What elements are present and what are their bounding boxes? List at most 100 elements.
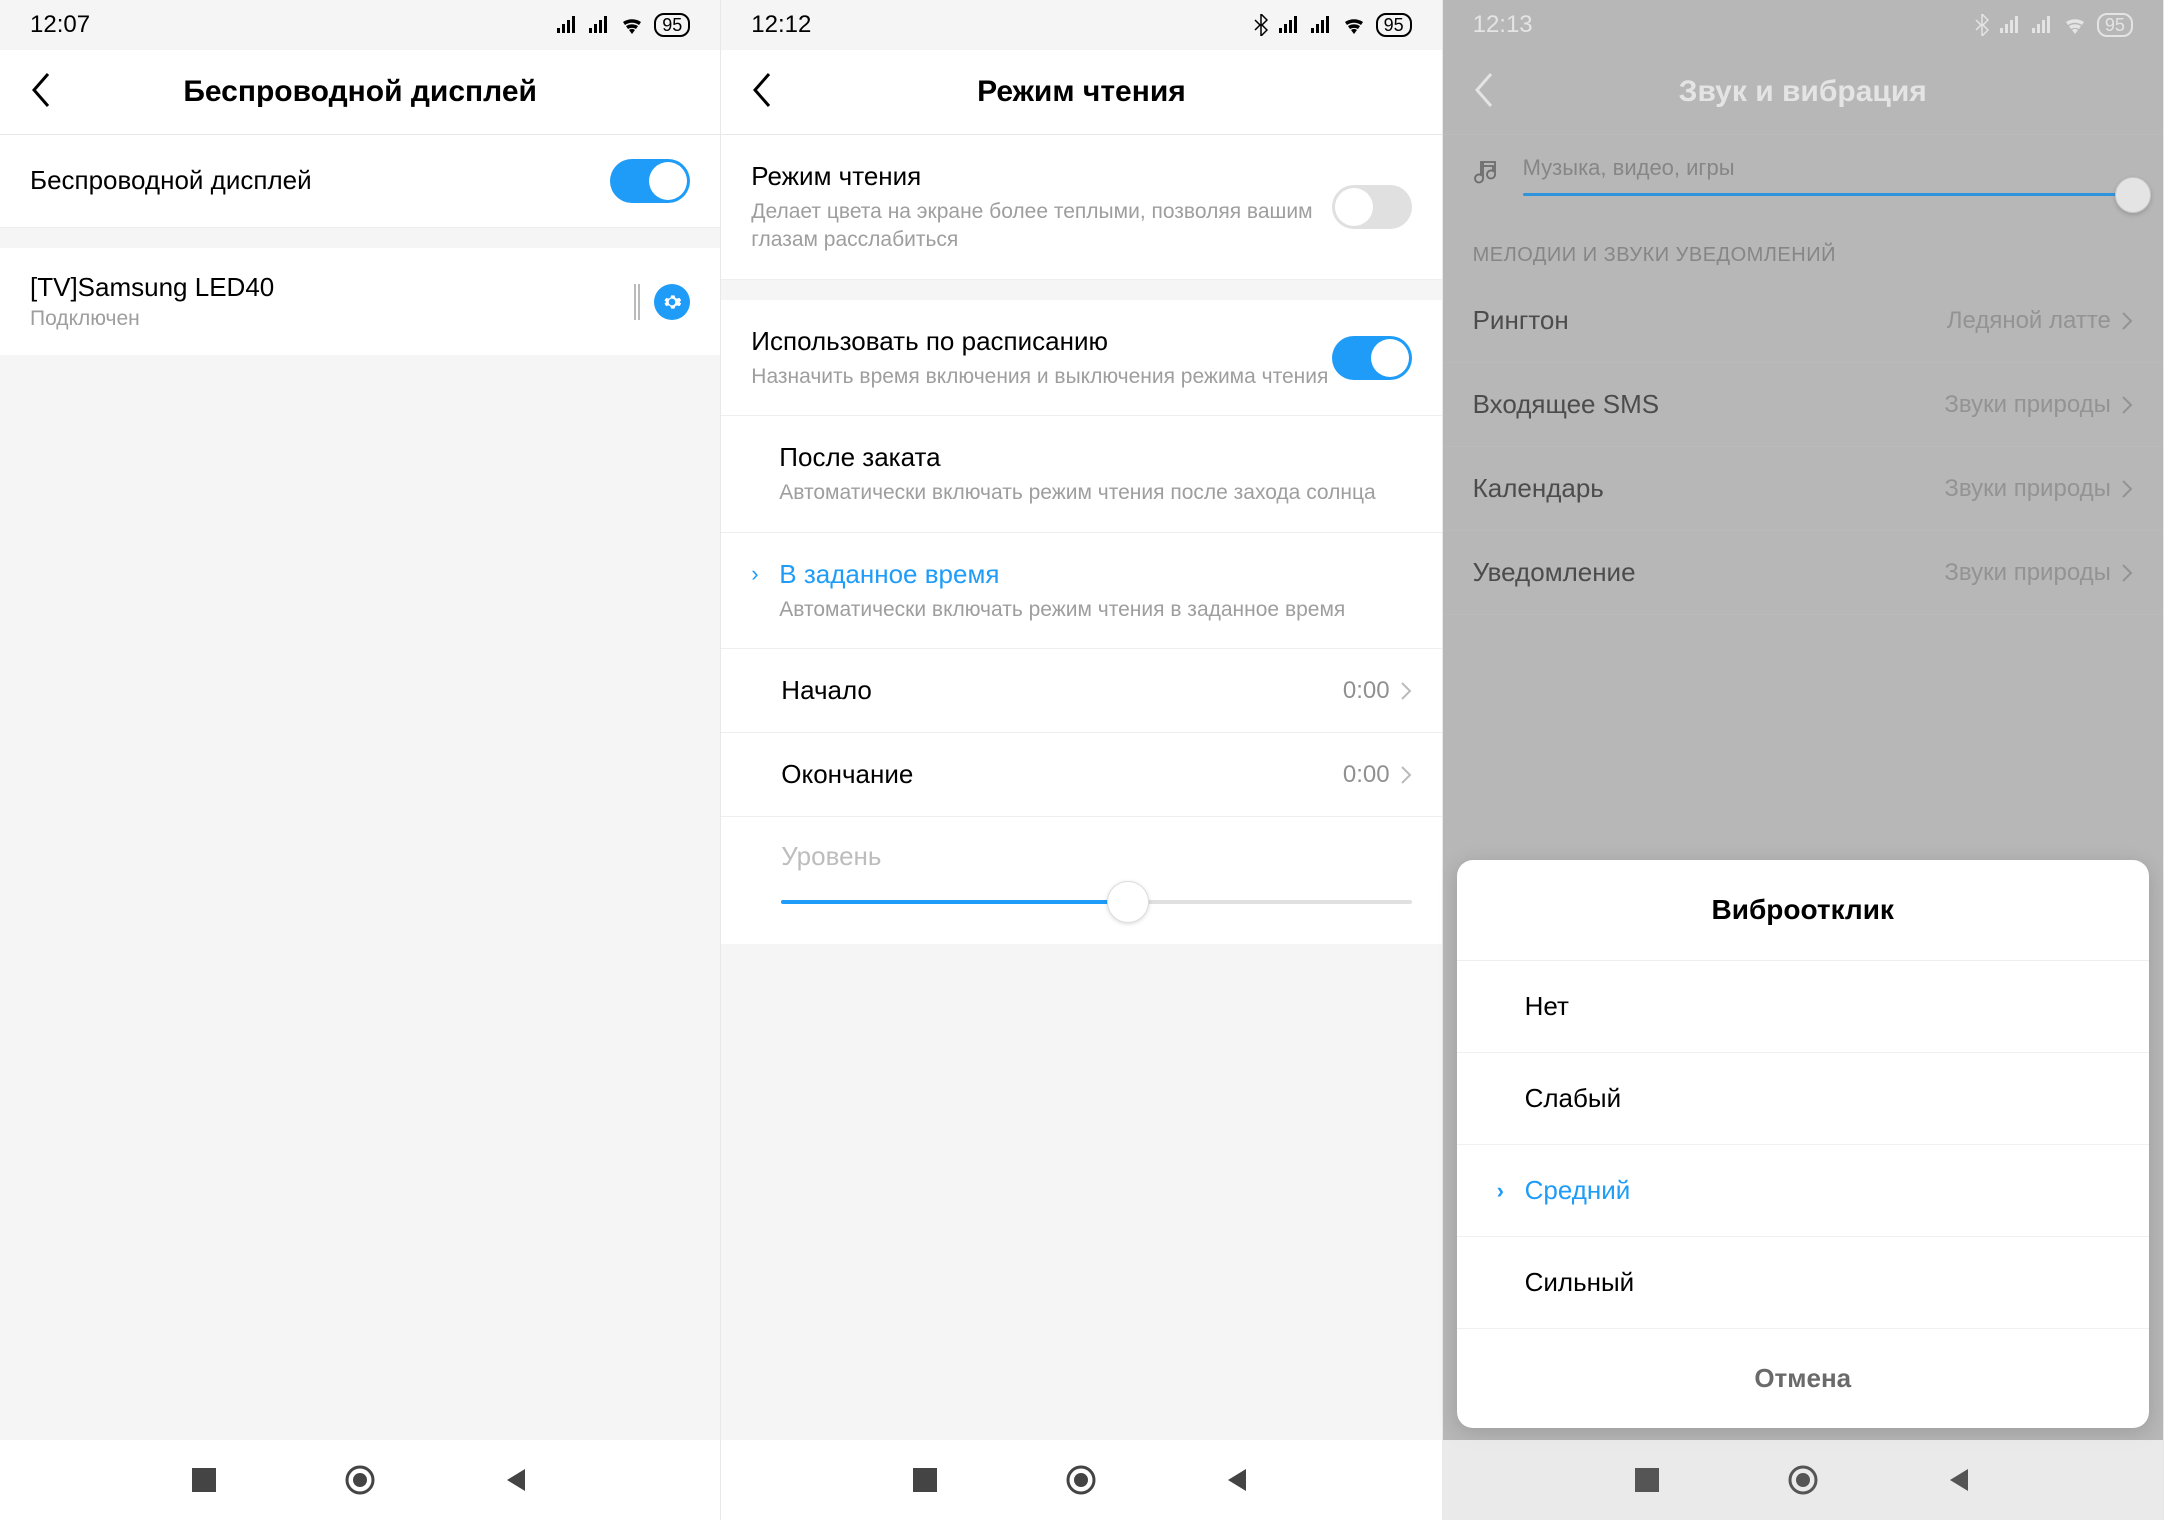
chevron-right-icon [2121,563,2133,583]
level-slider-row: Уровень [721,817,1441,944]
sheet-option[interactable]: ›Сильный [1457,1237,2149,1329]
sound-row[interactable]: КалендарьЗвуки природы [1443,447,2163,531]
wifi-icon [2063,16,2087,34]
chevron-right-icon [2121,395,2133,415]
page-title: Режим чтения [791,75,1371,109]
back-button[interactable] [30,72,70,113]
status-icons: 95 [1975,13,2133,37]
start-time-row[interactable]: Начало 0:00 [721,649,1441,733]
row-title: Начало [781,673,1343,708]
sound-row[interactable]: Входящее SMSЗвуки природы [1443,363,2163,447]
schedule-toggle[interactable] [1332,336,1412,380]
device-row[interactable]: [TV]Samsung LED40 Подключен [0,248,720,355]
status-bar: 12:12 95 [721,0,1441,50]
battery-icon: 95 [2097,13,2133,37]
nav-recent-button[interactable] [907,1462,943,1498]
bluetooth-icon [1975,14,1989,36]
row-value: Звуки природы [1944,391,2110,419]
row-title: После заката [779,440,1411,475]
row-title: Уведомление [1473,555,1945,590]
sheet-option[interactable]: ›Слабый [1457,1053,2149,1145]
sheet-option-label: Нет [1525,991,1569,1022]
schedule-row[interactable]: Использовать по расписанию Назначить вре… [721,300,1441,416]
chevron-right-icon: › [751,561,775,587]
status-time: 12:13 [1473,11,1533,39]
signal-icon [1310,16,1332,34]
back-button[interactable] [1473,72,1513,113]
end-time-row[interactable]: Окончание 0:00 [721,733,1441,817]
sound-row[interactable]: УведомлениеЗвуки природы [1443,531,2163,615]
row-subtitle: Автоматически включать режим чтения посл… [779,479,1411,507]
nav-back-button[interactable] [1941,1462,1977,1498]
row-title: В заданное время [779,557,1411,592]
row-title: Окончание [781,757,1343,792]
haptic-feedback-sheet: Виброотклик ›Нет›Слабый›Средний›Сильный … [1457,860,2149,1428]
nav-recent-button[interactable] [1629,1462,1665,1498]
nav-home-button[interactable] [342,1462,378,1498]
reading-mode-row[interactable]: Режим чтения Делает цвета на экране боле… [721,135,1441,280]
status-icons: 95 [1254,13,1412,37]
back-button[interactable] [751,72,791,113]
sheet-option[interactable]: ›Нет [1457,961,2149,1053]
row-title: Входящее SMS [1473,387,1945,422]
signal-icon [2031,16,2053,34]
phone-wireless-display: 12:07 95 Беспроводной дисплей Беспроводн… [0,0,721,1520]
nav-home-button[interactable] [1063,1462,1099,1498]
row-title: Режим чтения [751,159,1331,194]
status-icons: 95 [556,13,690,37]
slider-thumb[interactable] [2115,177,2151,213]
title-bar: Беспроводной дисплей [0,50,720,135]
nav-bar [0,1440,720,1520]
sound-row[interactable]: РингтонЛедяной латте [1443,279,2163,363]
title-bar: Звук и вибрация [1443,50,2163,135]
row-value: Звуки природы [1944,559,2110,587]
level-slider[interactable] [781,900,1411,904]
nav-back-button[interactable] [498,1462,534,1498]
signal-icon [1278,16,1300,34]
at-time-option[interactable]: › В заданное время Автоматически включат… [721,533,1441,649]
wireless-display-toggle-row[interactable]: Беспроводной дисплей [0,135,720,228]
nav-home-button[interactable] [1785,1462,1821,1498]
sheet-cancel-button[interactable]: Отмена [1457,1329,2149,1428]
row-value: 0:00 [1343,761,1390,789]
signal-icon [1999,16,2021,34]
media-volume-label: Музыка, видео, игры [1523,155,2133,181]
wireless-display-toggle[interactable] [610,159,690,203]
sheet-option-label: Сильный [1525,1267,1635,1298]
device-name: [TV]Samsung LED40 [30,272,634,303]
content: Режим чтения Делает цвета на экране боле… [721,135,1441,1440]
status-bar: 12:07 95 [0,0,720,50]
phone-sound-vibration: 12:13 95 Звук и вибрация Музыка, видео, … [1443,0,2164,1520]
page-title: Беспроводной дисплей [70,75,650,109]
slider-label: Уровень [781,841,1411,872]
toggle-label: Беспроводной дисплей [30,163,610,198]
content: Беспроводной дисплей [TV]Samsung LED40 П… [0,135,720,1440]
reading-mode-toggle[interactable] [1332,185,1412,229]
nav-back-button[interactable] [1219,1462,1255,1498]
section-header: МЕЛОДИИ И ЗВУКИ УВЕДОМЛЕНИЙ [1443,216,2163,279]
row-subtitle: Делает цвета на экране более теплыми, по… [751,198,1331,255]
music-note-icon [1473,158,1503,193]
wifi-icon [620,16,644,34]
status-bar: 12:13 95 [1443,0,2163,50]
bluetooth-icon [1254,14,1268,36]
chevron-right-icon: › [1497,1178,1525,1204]
after-sunset-option[interactable]: › После заката Автоматически включать ре… [721,416,1441,532]
status-time: 12:07 [30,11,90,39]
sheet-title: Виброотклик [1457,860,2149,961]
chevron-right-icon [2121,311,2133,331]
row-title: Использовать по расписанию [751,324,1331,359]
device-settings-button[interactable] [654,284,690,320]
sheet-option-label: Средний [1525,1175,1631,1206]
status-time: 12:12 [751,11,811,39]
media-volume-slider[interactable] [1523,193,2133,196]
page-title: Звук и вибрация [1513,75,2093,109]
phone-reading-mode: 12:12 95 Режим чтения Режим чтения Делае… [721,0,1442,1520]
row-subtitle: Автоматически включать режим чтения в за… [779,596,1411,624]
chevron-right-icon [2121,479,2133,499]
row-title: Рингтон [1473,303,1947,338]
media-volume-row: Музыка, видео, игры [1443,135,2163,216]
slider-thumb[interactable] [1107,881,1149,923]
sheet-option[interactable]: ›Средний [1457,1145,2149,1237]
nav-recent-button[interactable] [186,1462,222,1498]
